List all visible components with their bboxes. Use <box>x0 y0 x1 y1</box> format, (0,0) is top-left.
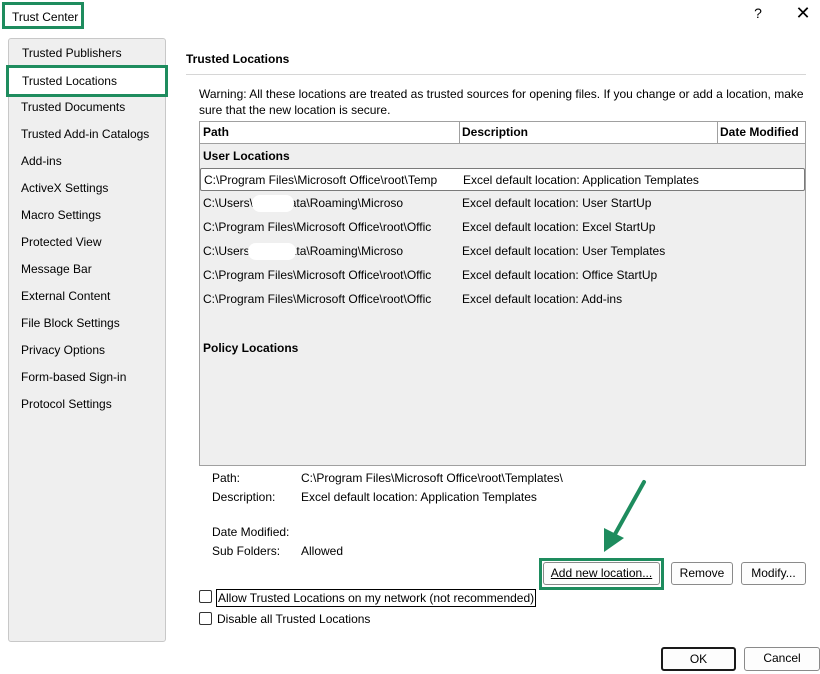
row-path: C:\Users\ \AppData\Roaming\Microso <box>203 196 404 210</box>
row-description: Excel default location: Excel StartUp <box>462 220 656 234</box>
ok-button[interactable]: OK <box>661 647 736 671</box>
disable-all-checkbox[interactable]: Disable all Trusted Locations <box>199 610 399 628</box>
window-title: Trust Center <box>2 2 84 29</box>
remove-button[interactable]: Remove <box>671 562 733 585</box>
row-path: C:\Program Files\Microsoft Office\root\T… <box>204 173 438 187</box>
modify-button[interactable]: Modify... <box>741 562 806 585</box>
sidebar-item-trusted-locations[interactable]: Trusted Locations <box>6 65 168 97</box>
table-row[interactable]: C:\Users\ \AppData\Roaming\Microso Excel… <box>200 192 805 215</box>
warning-text: Warning: All these locations are treated… <box>199 87 804 117</box>
table-row[interactable]: C:\Program Files\Microsoft Office\root\O… <box>200 288 805 311</box>
sidebar: Trusted Publishers <box>8 38 166 642</box>
row-description: Excel default location: User StartUp <box>462 196 652 210</box>
row-description: Excel default location: Add-ins <box>462 292 623 306</box>
checkbox-box[interactable] <box>199 612 212 625</box>
sidebar-item-trusted-publishers[interactable]: Trusted Publishers <box>22 43 122 63</box>
table-row[interactable]: C:\Program Files\Microsoft Office\root\O… <box>200 216 805 239</box>
detail-description-label: Description: <box>212 490 276 504</box>
arrow-pointer-icon <box>604 480 646 552</box>
row-path: C:\Users\ \AppData\Roaming\Microso <box>203 244 404 258</box>
row-path: C:\Program Files\Microsoft Office\root\O… <box>203 220 432 234</box>
column-header-path[interactable]: Path <box>200 122 460 144</box>
detail-path-value: C:\Program Files\Microsoft Office\root\T… <box>301 471 563 485</box>
column-header-date-modified[interactable]: Date Modified <box>717 122 805 144</box>
detail-date-modified-label: Date Modified: <box>212 525 290 539</box>
row-description: Excel default location: Office StartUp <box>462 268 658 282</box>
detail-path-label: Path: <box>212 471 241 485</box>
group-label-user-locations: User Locations <box>203 149 290 163</box>
add-new-location-label: Add new location... <box>550 566 653 580</box>
close-button[interactable]: ✕ <box>792 3 814 27</box>
redaction <box>248 243 296 260</box>
checkbox-box[interactable] <box>199 590 212 603</box>
help-button[interactable]: ? <box>750 5 766 25</box>
table-row[interactable]: C:\Program Files\Microsoft Office\root\O… <box>200 264 805 287</box>
row-path: C:\Program Files\Microsoft Office\root\O… <box>203 268 432 282</box>
detail-description-value: Excel default location: Application Temp… <box>301 490 537 504</box>
allow-network-checkbox[interactable]: Allow Trusted Locations on my network (n… <box>199 588 559 607</box>
disable-all-label[interactable]: Disable all Trusted Locations <box>216 611 371 627</box>
row-description: Excel default location: Application Temp… <box>463 173 699 187</box>
detail-sub-folders-value: Allowed <box>301 544 344 558</box>
cancel-button[interactable]: Cancel <box>744 647 820 671</box>
list-header: Path Description Date Modified <box>200 122 805 144</box>
allow-network-label[interactable]: Allow Trusted Locations on my network (n… <box>216 589 537 607</box>
group-label-policy-locations: Policy Locations <box>203 341 299 355</box>
row-path: C:\Program Files\Microsoft Office\root\O… <box>203 292 432 306</box>
add-new-location-button[interactable]: Add new location... <box>543 562 660 585</box>
redaction <box>252 195 294 212</box>
column-header-description[interactable]: Description <box>459 122 718 144</box>
trusted-locations-list[interactable]: Path Description Date Modified User Loca… <box>199 121 806 466</box>
row-description: Excel default location: User Templates <box>462 244 666 258</box>
section-title: Trusted Locations <box>186 52 290 66</box>
table-row[interactable]: C:\Program Files\Microsoft Office\root\T… <box>200 168 805 191</box>
sidebar-item-label: Trusted Locations <box>22 74 117 88</box>
section-divider <box>186 74 806 75</box>
detail-sub-folders-label: Sub Folders: <box>212 544 281 558</box>
table-row[interactable]: C:\Users\ \AppData\Roaming\Microso Excel… <box>200 240 805 263</box>
